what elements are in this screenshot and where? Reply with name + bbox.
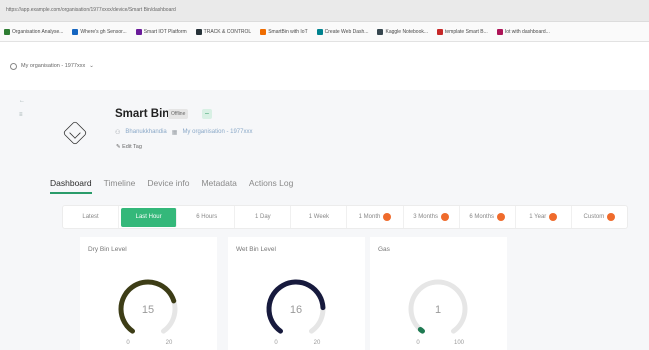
- dry-bin-gauge: 15 0 20: [118, 279, 178, 346]
- bookmark-item[interactable]: Create Web Dash...: [316, 28, 368, 35]
- device-title: Smart Bin: [115, 108, 170, 120]
- gauge-min-label: 0: [416, 340, 420, 346]
- tab-actions-log[interactable]: Actions Log: [249, 178, 293, 194]
- tab-bar: Dashboard Timeline Device info Metadata …: [50, 178, 293, 194]
- gauge-max-label: 20: [166, 340, 173, 346]
- bookmark-icon: [437, 28, 444, 35]
- gauge-fill: [417, 326, 426, 334]
- gauge-min-label: 0: [274, 340, 278, 346]
- gauge-widget-dry-bin: Dry Bin Level 15 0 20: [80, 237, 217, 350]
- range-button-1-day[interactable]: 1 Day: [235, 206, 292, 228]
- building-icon: ▦: [171, 130, 178, 136]
- organisation-link[interactable]: My organisation - 1977xxx: [182, 129, 252, 136]
- gauge-widget-gas: Gas 1 0 100: [370, 237, 507, 350]
- bookmark-item[interactable]: Smart IOT Platform: [135, 28, 187, 35]
- bookmark-item[interactable]: Kaggle Notebook...: [377, 28, 428, 35]
- range-button-custom[interactable]: Custom: [572, 206, 627, 228]
- address-bar[interactable]: https://app.example.com/organisation/197…: [0, 0, 649, 22]
- wet-bin-gauge: 16 0 20: [266, 279, 326, 346]
- bookmark-icon: [377, 28, 384, 35]
- lock-icon: [549, 213, 558, 221]
- edit-tag-link[interactable]: ✎ Edit Tag: [116, 144, 142, 150]
- tab-dashboard[interactable]: Dashboard: [50, 178, 92, 194]
- range-button-1-year[interactable]: 1 Year: [516, 206, 572, 228]
- org-name: My organisation - 1977xxx: [21, 63, 86, 69]
- chevron-down-icon: ⌄: [89, 63, 94, 69]
- tab-timeline[interactable]: Timeline: [104, 178, 136, 194]
- time-range-selector: Latest Last Hour 6 Hours 1 Day 1 Week 1 …: [62, 205, 628, 229]
- bookmark-icon: [72, 28, 79, 35]
- bookmark-icon: [496, 28, 503, 35]
- org-switcher[interactable]: My organisation - 1977xxx ⌄: [0, 42, 649, 90]
- lock-icon: [440, 213, 449, 221]
- lock-icon: [383, 213, 392, 221]
- bookmark-item[interactable]: SmartBin with IoT: [260, 28, 308, 35]
- gauge-min-label: 0: [126, 340, 130, 346]
- bookmark-item[interactable]: Iot with dashboard...: [496, 28, 550, 35]
- range-button-6-months[interactable]: 6 Months: [460, 206, 516, 228]
- bookmark-item[interactable]: TRACK & CONTROL: [195, 28, 251, 35]
- gauge-value: 1: [435, 304, 441, 316]
- range-button-latest[interactable]: Latest: [63, 206, 120, 228]
- range-button-last-hour[interactable]: Last Hour: [121, 207, 178, 227]
- lock-icon: [497, 213, 506, 221]
- gauge-max-label: 20: [314, 340, 321, 346]
- bookmark-item[interactable]: Organisation Analyse...: [4, 28, 63, 35]
- globe-icon: [10, 62, 17, 70]
- range-button-3-months[interactable]: 3 Months: [404, 206, 460, 228]
- range-button-6-hours[interactable]: 6 Hours: [179, 206, 236, 228]
- range-button-1-week[interactable]: 1 Week: [291, 206, 348, 228]
- gauge-value: 15: [142, 304, 154, 316]
- side-rail: ← ≡: [0, 90, 40, 350]
- range-button-1-month[interactable]: 1 Month: [347, 206, 404, 228]
- user-icon: ⚇: [115, 130, 121, 136]
- cube-icon: [62, 120, 88, 146]
- bookmark-icon: [135, 28, 142, 35]
- gauge-widget-wet-bin: Wet Bin Level 16 0 20: [228, 237, 365, 350]
- bookmark-icon: [260, 28, 267, 35]
- bookmark-icon: [4, 28, 10, 35]
- tab-device-info[interactable]: Device info: [147, 178, 189, 194]
- gauge-value: 16: [290, 304, 302, 316]
- bookmarks-bar: Organisation Analyse... Where's gh Senso…: [0, 22, 649, 42]
- device-menu-button[interactable]: –: [202, 109, 212, 119]
- bookmark-icon: [316, 28, 323, 35]
- owner-link[interactable]: Bhanukkhandia: [125, 129, 166, 136]
- back-icon[interactable]: ←: [19, 98, 25, 104]
- tab-metadata[interactable]: Metadata: [201, 178, 236, 194]
- url-text: https://app.example.com/organisation/197…: [6, 7, 176, 13]
- bookmark-item[interactable]: template Smart B...: [437, 28, 488, 35]
- bookmark-item[interactable]: Where's gh Sensor...: [72, 28, 127, 35]
- gauge-max-label: 100: [454, 340, 465, 346]
- device-page: Smart Bin Offline – ⚇ Bhanukkhandia ▦ My…: [40, 90, 649, 350]
- bookmark-icon: [195, 28, 202, 35]
- gas-gauge: 1 0 100: [408, 279, 468, 346]
- status-badge: Offline: [168, 109, 189, 119]
- lock-icon: [607, 213, 616, 221]
- pencil-icon: ✎: [116, 144, 121, 150]
- menu-icon[interactable]: ≡: [19, 112, 23, 118]
- device-meta: ⚇ Bhanukkhandia ▦ My organisation - 1977…: [115, 129, 252, 136]
